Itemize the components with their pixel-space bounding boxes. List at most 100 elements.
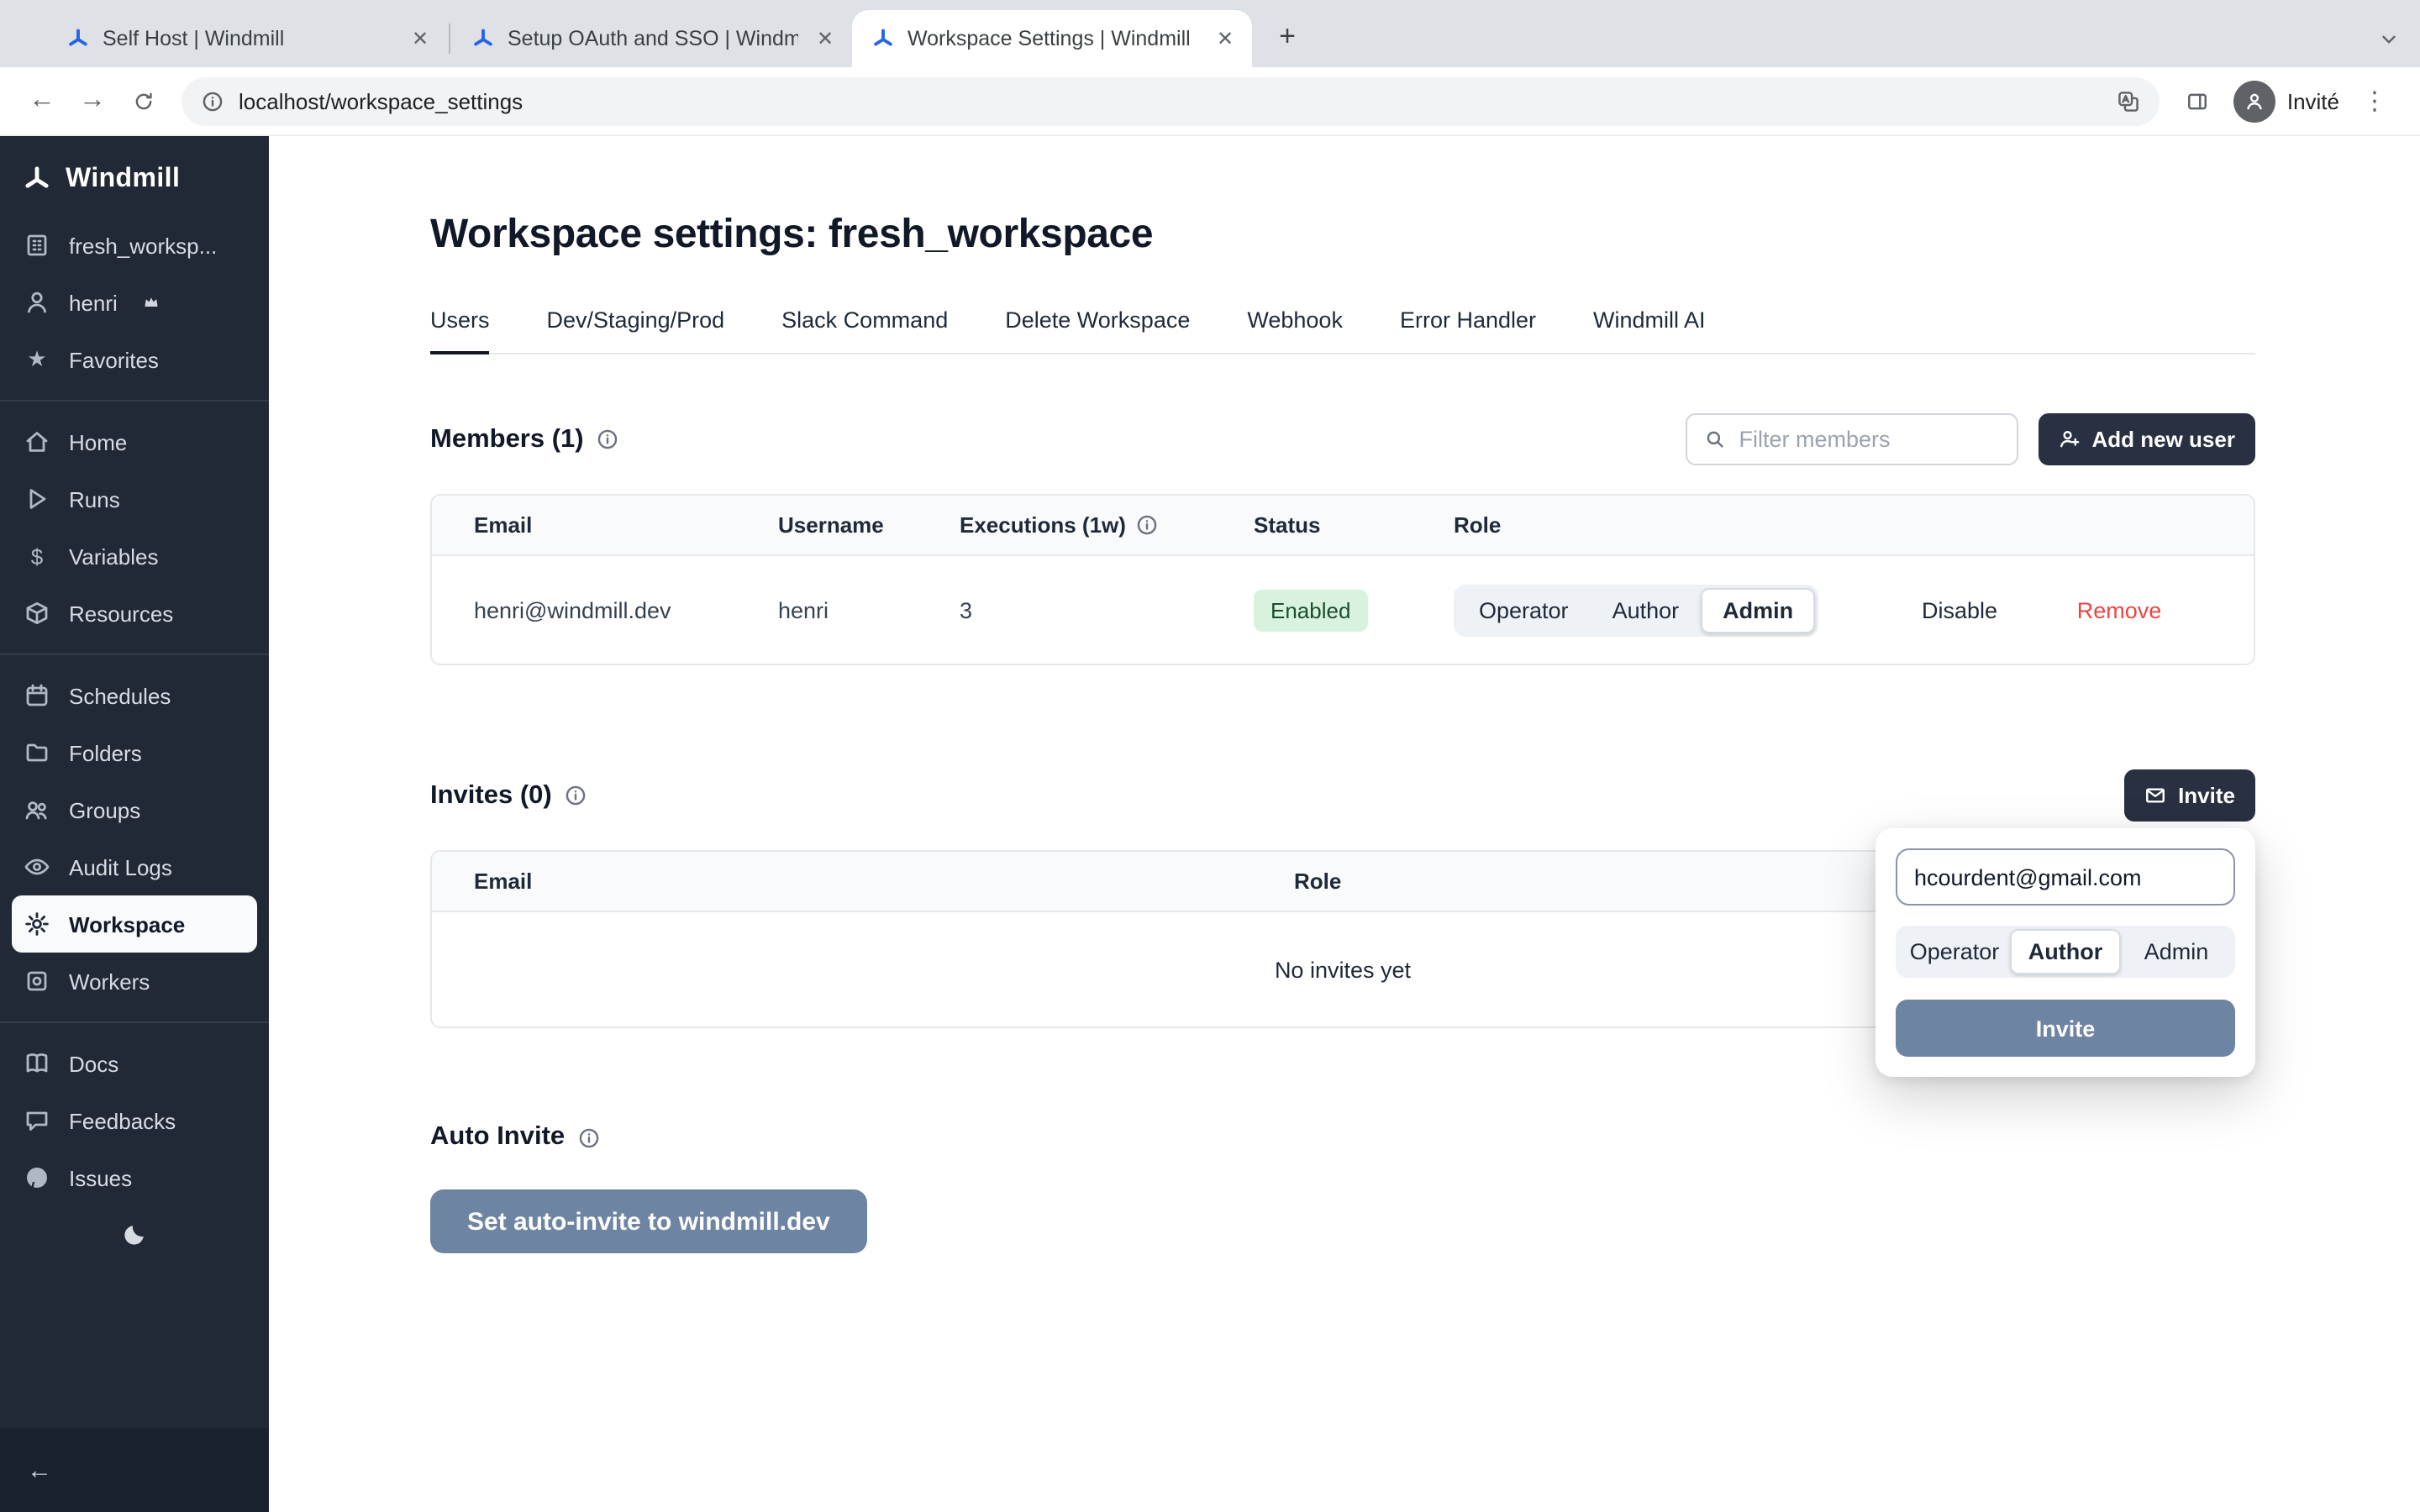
role-admin-button[interactable]: Admin	[2121, 929, 2232, 974]
browser-tab-title: Setup OAuth and SSO | Windm	[508, 27, 798, 50]
tab-delete-workspace[interactable]: Delete Workspace	[1005, 307, 1190, 354]
chat-icon	[24, 1107, 50, 1134]
col-executions: Executions (1w)	[960, 512, 1254, 538]
browser-tab-1[interactable]: Self Host | Windmill ✕	[47, 10, 447, 67]
remove-button[interactable]: Remove	[2077, 597, 2162, 622]
col-username: Username	[778, 512, 960, 538]
sidebar-item-workers[interactable]: Workers	[0, 953, 269, 1010]
tab-error-handler[interactable]: Error Handler	[1400, 307, 1536, 354]
new-tab-button[interactable]: +	[1265, 15, 1309, 59]
browser-tab-title: Workspace Settings | Windmill	[908, 27, 1198, 50]
home-icon	[24, 428, 50, 455]
star-icon: ★	[24, 346, 50, 373]
role-toggle-group: Operator Author Admin	[1454, 584, 1818, 636]
sidebar-collapse-bar[interactable]: ←	[0, 1428, 269, 1512]
member-username: henri	[778, 597, 960, 622]
theme-row	[0, 1206, 269, 1262]
close-icon[interactable]: ✕	[812, 25, 839, 52]
sidebar-divider	[0, 654, 269, 655]
url-text: localhost/workspace_settings	[239, 88, 2102, 113]
tab-webhook[interactable]: Webhook	[1247, 307, 1343, 354]
tab-divider	[449, 24, 450, 54]
info-icon[interactable]	[1136, 514, 1158, 536]
sidebar-item-docs[interactable]: Docs	[0, 1035, 269, 1092]
role-author-button[interactable]: Author	[2010, 929, 2121, 974]
reload-icon	[132, 90, 154, 112]
sidebar-item-label: Issues	[69, 1165, 132, 1190]
back-button[interactable]: ←	[17, 76, 67, 126]
reload-button[interactable]	[118, 76, 168, 126]
sidebar-item-resources[interactable]: Resources	[0, 585, 269, 642]
invite-submit-button[interactable]: Invite	[1896, 1000, 2235, 1057]
filter-members-input[interactable]	[1739, 427, 2000, 452]
tab-users[interactable]: Users	[430, 307, 490, 354]
disable-button[interactable]: Disable	[1922, 597, 1997, 622]
set-auto-invite-button[interactable]: Set auto-invite to windmill.dev	[430, 1189, 867, 1253]
role-admin-button[interactable]: Admin	[1701, 587, 1815, 633]
sidebar-item-groups[interactable]: Groups	[0, 781, 269, 838]
info-icon[interactable]	[578, 1126, 600, 1148]
gear-icon	[24, 911, 50, 937]
browser-tab-2[interactable]: Setup OAuth and SSO | Windm ✕	[452, 10, 852, 67]
sidebar-item-workspace[interactable]: Workspace	[12, 895, 257, 953]
member-executions: 3	[960, 597, 1254, 622]
browser-menu-icon[interactable]: ⋮	[2349, 76, 2400, 126]
close-icon[interactable]: ✕	[1212, 25, 1239, 52]
dollar-icon: $	[24, 543, 50, 569]
search-icon	[1704, 428, 1726, 450]
sidebar-item-label: Groups	[69, 797, 140, 822]
info-icon[interactable]	[597, 428, 619, 450]
sidebar-item-feedbacks[interactable]: Feedbacks	[0, 1092, 269, 1149]
sidebar-item-home[interactable]: Home	[0, 413, 269, 470]
site-info-icon[interactable]	[202, 90, 224, 112]
info-icon[interactable]	[566, 785, 587, 806]
moon-icon[interactable]	[122, 1221, 147, 1247]
url-bar[interactable]: localhost/workspace_settings	[182, 76, 2160, 125]
invites-heading: Invites (0)	[430, 780, 552, 811]
add-new-user-button[interactable]: Add new user	[2039, 413, 2256, 465]
tab-dev-staging-prod[interactable]: Dev/Staging/Prod	[547, 307, 725, 354]
translate-icon[interactable]	[2118, 90, 2139, 112]
role-author-button[interactable]: Author	[1591, 587, 1702, 633]
sidebar-item-label: Runs	[69, 486, 120, 512]
sidebar-item-user[interactable]: henri	[0, 274, 269, 331]
cpu-icon	[24, 968, 50, 995]
browser-tab-active[interactable]: Workspace Settings | Windmill ✕	[852, 10, 1252, 67]
empty-text: No invites yet	[1275, 957, 1411, 982]
windmill-brand[interactable]: Windmill	[0, 136, 269, 217]
sidebar-item-label: Docs	[69, 1051, 118, 1076]
browser-profile-chip[interactable]: Invité	[2233, 80, 2339, 122]
invite-email-input[interactable]	[1896, 848, 2235, 906]
col-email: Email	[474, 512, 778, 538]
calendar-icon	[24, 682, 50, 709]
side-panel-icon[interactable]	[2173, 76, 2223, 126]
filter-members-box[interactable]	[1686, 413, 2018, 465]
folder-icon	[24, 739, 50, 766]
sidebar-item-label: Home	[69, 429, 127, 454]
col-email: Email	[474, 869, 1294, 894]
sidebar-item-folders[interactable]: Folders	[0, 724, 269, 781]
close-icon[interactable]: ✕	[407, 25, 434, 52]
sidebar-item-label: Feedbacks	[69, 1108, 176, 1133]
sidebar-item-schedules[interactable]: Schedules	[0, 667, 269, 724]
chevron-down-icon[interactable]	[2378, 29, 2400, 50]
member-email: henri@windmill.dev	[474, 597, 778, 622]
invite-button[interactable]: Invite	[2124, 769, 2255, 822]
windmill-favicon	[472, 28, 494, 50]
sidebar-item-runs[interactable]: Runs	[0, 470, 269, 528]
sidebar-item-issues[interactable]: Issues	[0, 1149, 269, 1206]
tab-slack-command[interactable]: Slack Command	[781, 307, 948, 354]
auto-invite-header: Auto Invite	[430, 1122, 2255, 1152]
sidebar-item-label: Audit Logs	[69, 854, 172, 879]
forward-button[interactable]: →	[67, 76, 118, 126]
tab-windmill-ai[interactable]: Windmill AI	[1593, 307, 1706, 354]
sidebar-item-audit-logs[interactable]: Audit Logs	[0, 838, 269, 895]
eye-icon	[24, 853, 50, 880]
role-operator-button[interactable]: Operator	[1899, 929, 2010, 974]
sidebar-item-variables[interactable]: $ Variables	[0, 528, 269, 585]
role-operator-button[interactable]: Operator	[1457, 587, 1591, 633]
browser-tabstrip: Self Host | Windmill ✕ Setup OAuth and S…	[0, 0, 2420, 67]
sidebar: Windmill fresh_worksp... henri ★ Favor	[0, 136, 269, 1512]
sidebar-item-workspace-selector[interactable]: fresh_worksp...	[0, 217, 269, 274]
sidebar-item-favorites[interactable]: ★ Favorites	[0, 331, 269, 388]
